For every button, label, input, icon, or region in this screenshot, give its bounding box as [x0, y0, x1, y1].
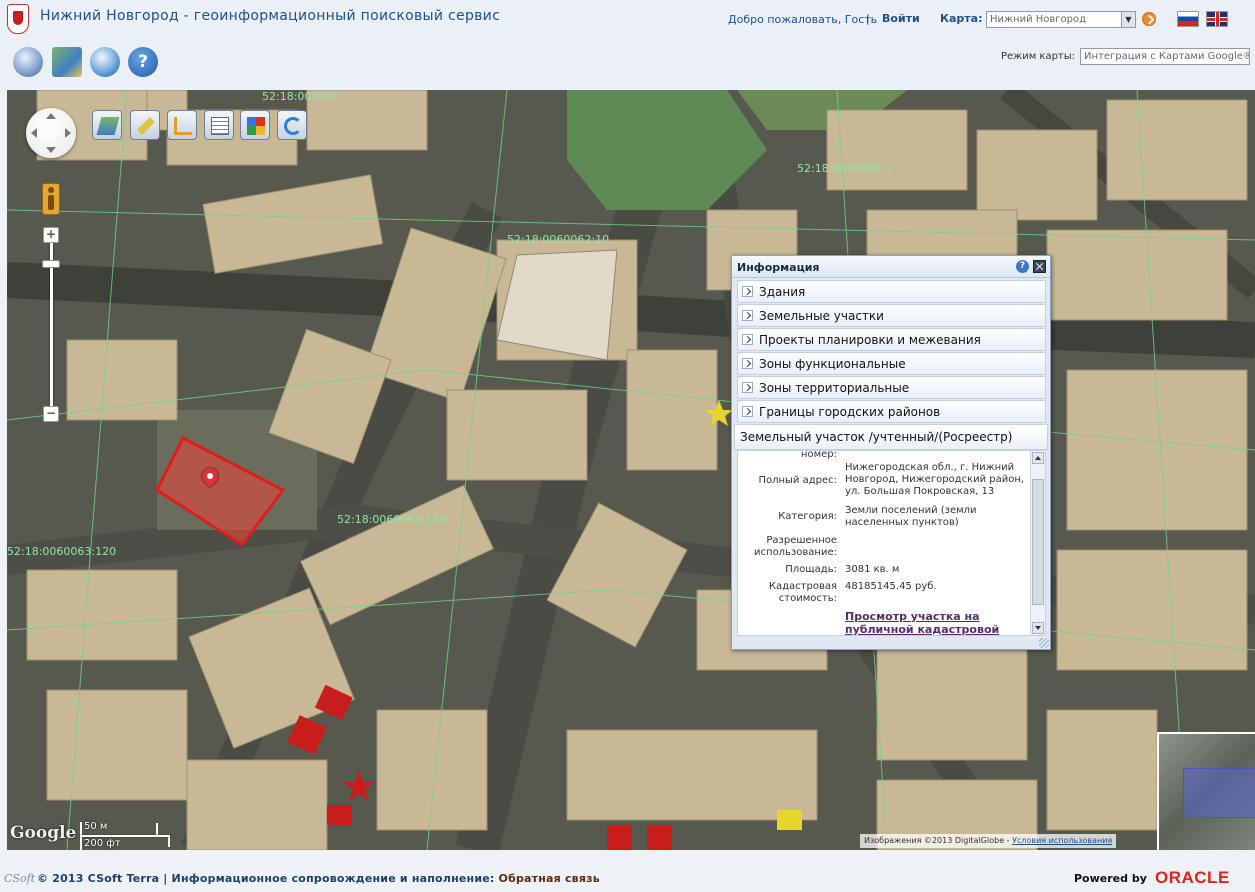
parcel-label: 52:18:0060063:120: [7, 545, 116, 558]
cadastral-cost-value: 48185145.45 руб.: [845, 581, 937, 592]
header-separator: |: [866, 12, 870, 25]
area-icon: [174, 117, 192, 135]
info-panel-title: Информация: [737, 261, 820, 274]
expand-chevron-icon: [742, 406, 753, 417]
resize-grip-icon[interactable]: [1039, 638, 1049, 648]
terms-of-use-link[interactable]: Условия использования: [1012, 836, 1112, 845]
address-value: Нижегородская обл., г. Нижний Новгород, …: [845, 462, 1025, 497]
category-value: Земли поселений (земли населенных пункто…: [845, 505, 977, 528]
help-icon[interactable]: ?: [1016, 260, 1029, 273]
map-select-label: Карта:: [940, 12, 983, 25]
detail-scrollbar[interactable]: [1030, 451, 1045, 635]
expand-chevron-icon: [742, 310, 753, 321]
parcel-label: 52:18:006006: [262, 90, 339, 103]
close-icon[interactable]: [1033, 260, 1046, 273]
info-panel-titlebar[interactable]: Информация ?: [732, 256, 1050, 278]
header: Нижний Новгород - геоинформационный поис…: [0, 0, 1255, 90]
zoom-out-button[interactable]: −: [43, 406, 59, 422]
report-tool-button[interactable]: [204, 110, 234, 140]
expand-chevron-icon: [742, 334, 753, 345]
oracle-logo: ORACLE: [1155, 868, 1230, 887]
city-emblem-logo[interactable]: [7, 4, 29, 34]
accordion-planning-projects[interactable]: Проекты планировки и межевания: [737, 328, 1046, 351]
welcome-text: Добро пожаловать, Гость: [728, 13, 878, 26]
parcel-label: 52:18:0060062:10: [507, 233, 609, 246]
area-value: 3081 кв. м: [845, 564, 900, 575]
info-panel: Информация ? Здания Земельные участки Пр…: [731, 255, 1051, 650]
help-icon[interactable]: ?: [128, 47, 158, 77]
expand-chevron-icon: [742, 358, 753, 369]
document-icon: [211, 117, 229, 135]
category-label: Категория:: [778, 511, 837, 522]
parcel-detail-area[interactable]: номер: Полный адрес: Нижегородская обл.,…: [737, 450, 1046, 636]
scale-metric: 50 м: [84, 821, 108, 832]
search-globe-icon[interactable]: [13, 47, 43, 77]
map-select[interactable]: Нижний Новгород ▼: [986, 11, 1136, 28]
parcel-label: 52:18:0060063:120: [337, 513, 446, 526]
satellite-imagery: 52:18:0060062:10 52:18:0060063:120 52:18…: [7, 90, 1255, 850]
pan-control[interactable]: [26, 108, 76, 158]
feedback-link[interactable]: Обратная связь: [499, 872, 600, 885]
area-measure-tool-button[interactable]: [167, 110, 197, 140]
pan-right-icon[interactable]: [65, 128, 71, 138]
layers-icon: [96, 117, 120, 135]
site-title: Нижний Новгород - геоинформационный поис…: [40, 8, 501, 24]
powered-by-text: Powered by: [1074, 872, 1147, 885]
accordion-territorial-zones[interactable]: Зоны территориальные: [737, 376, 1046, 399]
google-logo: Google: [10, 823, 77, 843]
map-select-value: Нижний Новгород: [990, 14, 1087, 25]
csoft-logo: CSoft: [4, 872, 36, 885]
zoom-slider-thumb[interactable]: [42, 260, 60, 268]
refresh-tool-button[interactable]: [277, 110, 307, 140]
accordion-buildings[interactable]: Здания: [737, 280, 1046, 303]
layers-tool-button[interactable]: [92, 110, 122, 140]
accordion-functional-zones[interactable]: Зоны функциональные: [737, 352, 1046, 375]
attribution-text: Изображения ©2013 DigitalGlobe -: [864, 836, 1013, 845]
pan-left-icon[interactable]: [31, 128, 37, 138]
refresh-icon: [284, 117, 302, 135]
russian-flag-icon[interactable]: [1177, 11, 1199, 27]
footer: CSoft © 2013 CSoft Terra | Информационно…: [0, 850, 1255, 892]
expand-chevron-icon: [742, 382, 753, 393]
usage-label: Разрешенное использование:: [754, 535, 837, 558]
ruler-icon: [137, 117, 155, 135]
scroll-up-icon[interactable]: [1032, 452, 1044, 464]
address-label: Полный адрес:: [758, 475, 837, 486]
scale-imperial: 200 фт: [84, 838, 121, 849]
scroll-thumb[interactable]: [1032, 479, 1044, 605]
zoom-in-button[interactable]: +: [43, 227, 59, 243]
number-label: номер:: [800, 450, 837, 460]
go-arrow-button[interactable]: [1142, 12, 1156, 26]
copyright-text: © 2013 CSoft Terra | Информационное сопр…: [37, 872, 499, 885]
ruler-tool-button[interactable]: [130, 110, 160, 140]
expand-chevron-icon: [742, 286, 753, 297]
overview-viewport-rect[interactable]: [1183, 768, 1255, 818]
login-link[interactable]: Войти: [882, 12, 920, 25]
map-canvas[interactable]: 52:18:0060062:10 52:18:0060063:120 52:18…: [7, 90, 1255, 850]
accordion-district-borders[interactable]: Границы городских районов: [737, 400, 1046, 423]
cadastral-cost-label: Кадастровая стоимость:: [768, 581, 837, 604]
accordion-land-plot-registered[interactable]: Земельный участок /учтенный/(Росреестр): [734, 424, 1048, 450]
area-label: Площадь:: [785, 564, 837, 575]
magnifier-globe-icon[interactable]: [90, 47, 120, 77]
chevron-down-icon[interactable]: ▼: [1121, 12, 1135, 27]
map-mode-select[interactable]: Интеграция с Картами Google®: [1080, 48, 1250, 65]
footer-copyright: © 2013 CSoft Terra | Информационное сопр…: [37, 872, 600, 885]
map-layers-icon[interactable]: [52, 47, 82, 77]
street-view-pegman-icon[interactable]: [42, 183, 60, 215]
pan-up-icon[interactable]: [46, 113, 56, 119]
overview-minimap[interactable]: [1157, 732, 1255, 850]
pan-down-icon[interactable]: [46, 147, 56, 153]
google-icon: [247, 117, 265, 135]
google-tool-button[interactable]: [240, 110, 270, 140]
accordion-land-plots[interactable]: Земельные участки: [737, 304, 1046, 327]
map-attribution: Изображения ©2013 DigitalGlobe - Условия…: [860, 834, 1117, 848]
scroll-down-icon[interactable]: [1032, 622, 1044, 634]
parcel-label: 52:18:0060062:1: [797, 162, 892, 175]
map-mode-label: Режим карты:: [1001, 51, 1076, 62]
public-cadastral-map-link[interactable]: Просмотр участка на публичной кадастрово…: [845, 610, 1030, 635]
english-flag-icon[interactable]: [1206, 11, 1228, 27]
